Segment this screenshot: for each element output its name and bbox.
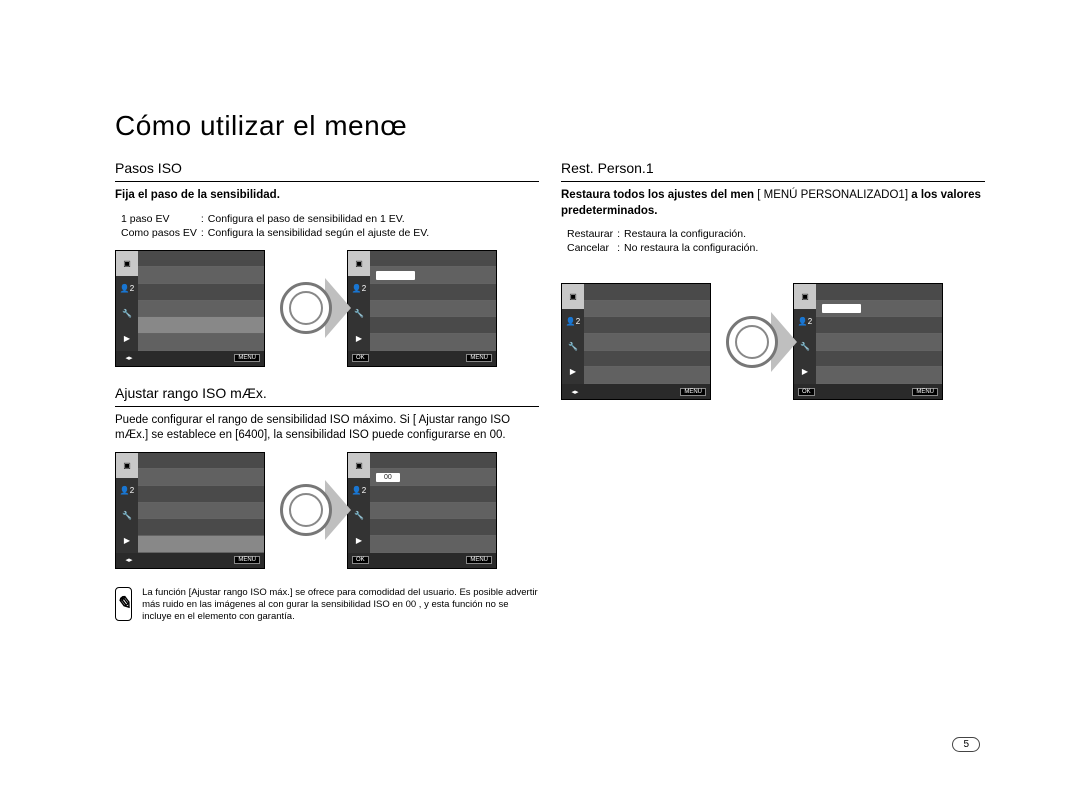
- ok-label: OK: [352, 354, 369, 362]
- rule: [115, 406, 539, 407]
- note-block: ✎ La función [Ajustar rango ISO máx.] se…: [115, 587, 539, 624]
- camera-icon: ▣: [562, 284, 584, 309]
- left-column: Pasos ISO Fija el paso de la sensibilida…: [115, 160, 539, 624]
- wrench-icon: 🔧: [794, 334, 816, 359]
- ok-label: OK: [798, 388, 815, 396]
- play-icon: ▶: [562, 359, 584, 384]
- lcd-screen-menu: ▣ 👤2 🔧 ▶ ◂▸ MENU: [115, 250, 265, 367]
- camera-icon: ▣: [348, 453, 370, 478]
- options-table-rest: Restaurar:Restaura la conﬁguración. Canc…: [567, 227, 762, 255]
- menu-label: MENU: [234, 556, 260, 564]
- lcd-screen-menu: ▣ 👤2 🔧 ▶ ◂▸ MENU: [115, 452, 265, 569]
- person-icon: 👤2: [348, 276, 370, 301]
- desc-ajustar-rango: Puede conﬁgurar el rango de sensibilidad…: [115, 413, 539, 444]
- left-arrow-icon: ◂▸: [120, 354, 138, 362]
- left-arrow-icon: ◂▸: [120, 556, 138, 564]
- camera-icon: ▣: [794, 284, 816, 309]
- person-icon: 👤2: [348, 478, 370, 503]
- dial-selector-icon: [267, 273, 345, 343]
- person-icon: 👤2: [794, 309, 816, 334]
- wrench-icon: 🔧: [348, 503, 370, 528]
- page-number: 5: [952, 737, 980, 752]
- menu-label: MENU: [234, 354, 260, 362]
- lcd-screen-menu: ▣ 👤2 🔧 ▶ ◂▸ MENU: [561, 283, 711, 400]
- person-icon: 👤2: [562, 309, 584, 334]
- menu-label: MENU: [912, 388, 938, 396]
- popup-highlight: [376, 271, 415, 280]
- person-icon: 👤2: [116, 276, 138, 301]
- note-icon: ✎: [115, 587, 132, 621]
- popup-highlight-value: 00: [376, 473, 400, 482]
- heading-pasos-iso: Pasos ISO: [115, 160, 539, 176]
- menu-label: MENU: [466, 556, 492, 564]
- dial-selector-icon: [713, 307, 791, 377]
- figure-row-rest: ▣ 👤2 🔧 ▶ ◂▸ MENU: [561, 283, 985, 400]
- right-column: Rest. Person.1 Restaura todos los ajuste…: [561, 160, 985, 624]
- desc-pasos-iso: Fija el paso de la sensibilidad.: [115, 188, 539, 204]
- play-icon: ▶: [794, 359, 816, 384]
- dial-selector-icon: [267, 475, 345, 545]
- wrench-icon: 🔧: [116, 503, 138, 528]
- left-arrow-icon: ◂▸: [566, 388, 584, 396]
- lcd-screen-popup: ▣ 👤2 🔧 ▶ OK ME: [793, 283, 943, 400]
- desc-rest-person: Restaura todos los ajustes del men [ MEN…: [561, 188, 985, 219]
- options-table-pasos: 1 paso EV:Conﬁgura el paso de sensibilid…: [121, 212, 433, 240]
- ok-label: OK: [352, 556, 369, 564]
- play-icon: ▶: [116, 326, 138, 351]
- play-icon: ▶: [348, 528, 370, 553]
- person-icon: 👤2: [116, 478, 138, 503]
- heading-rest-person: Rest. Person.1: [561, 160, 985, 176]
- play-icon: ▶: [348, 326, 370, 351]
- wrench-icon: 🔧: [562, 334, 584, 359]
- menu-label: MENU: [680, 388, 706, 396]
- figure-row-pasos: ▣ 👤2 🔧 ▶ ◂▸ MENU: [115, 250, 539, 367]
- camera-icon: ▣: [116, 453, 138, 478]
- wrench-icon: 🔧: [116, 301, 138, 326]
- rule: [561, 181, 985, 182]
- note-text: La función [Ajustar rango ISO máx.] se o…: [142, 587, 539, 624]
- rule: [115, 181, 539, 182]
- heading-ajustar-rango: Ajustar rango ISO mÆx.: [115, 385, 539, 401]
- lcd-screen-popup: ▣ 👤2 🔧 ▶ 00 OK MENU: [347, 452, 497, 569]
- play-icon: ▶: [116, 528, 138, 553]
- camera-icon: ▣: [116, 251, 138, 276]
- popup-highlight: [822, 304, 861, 313]
- figure-row-rango: ▣ 👤2 🔧 ▶ ◂▸ MENU: [115, 452, 539, 569]
- wrench-icon: 🔧: [348, 301, 370, 326]
- page-title: Cómo utilizar el menœ: [115, 110, 985, 142]
- camera-icon: ▣: [348, 251, 370, 276]
- menu-label: MENU: [466, 354, 492, 362]
- lcd-screen-popup: ▣ 👤2 🔧 ▶ OK ME: [347, 250, 497, 367]
